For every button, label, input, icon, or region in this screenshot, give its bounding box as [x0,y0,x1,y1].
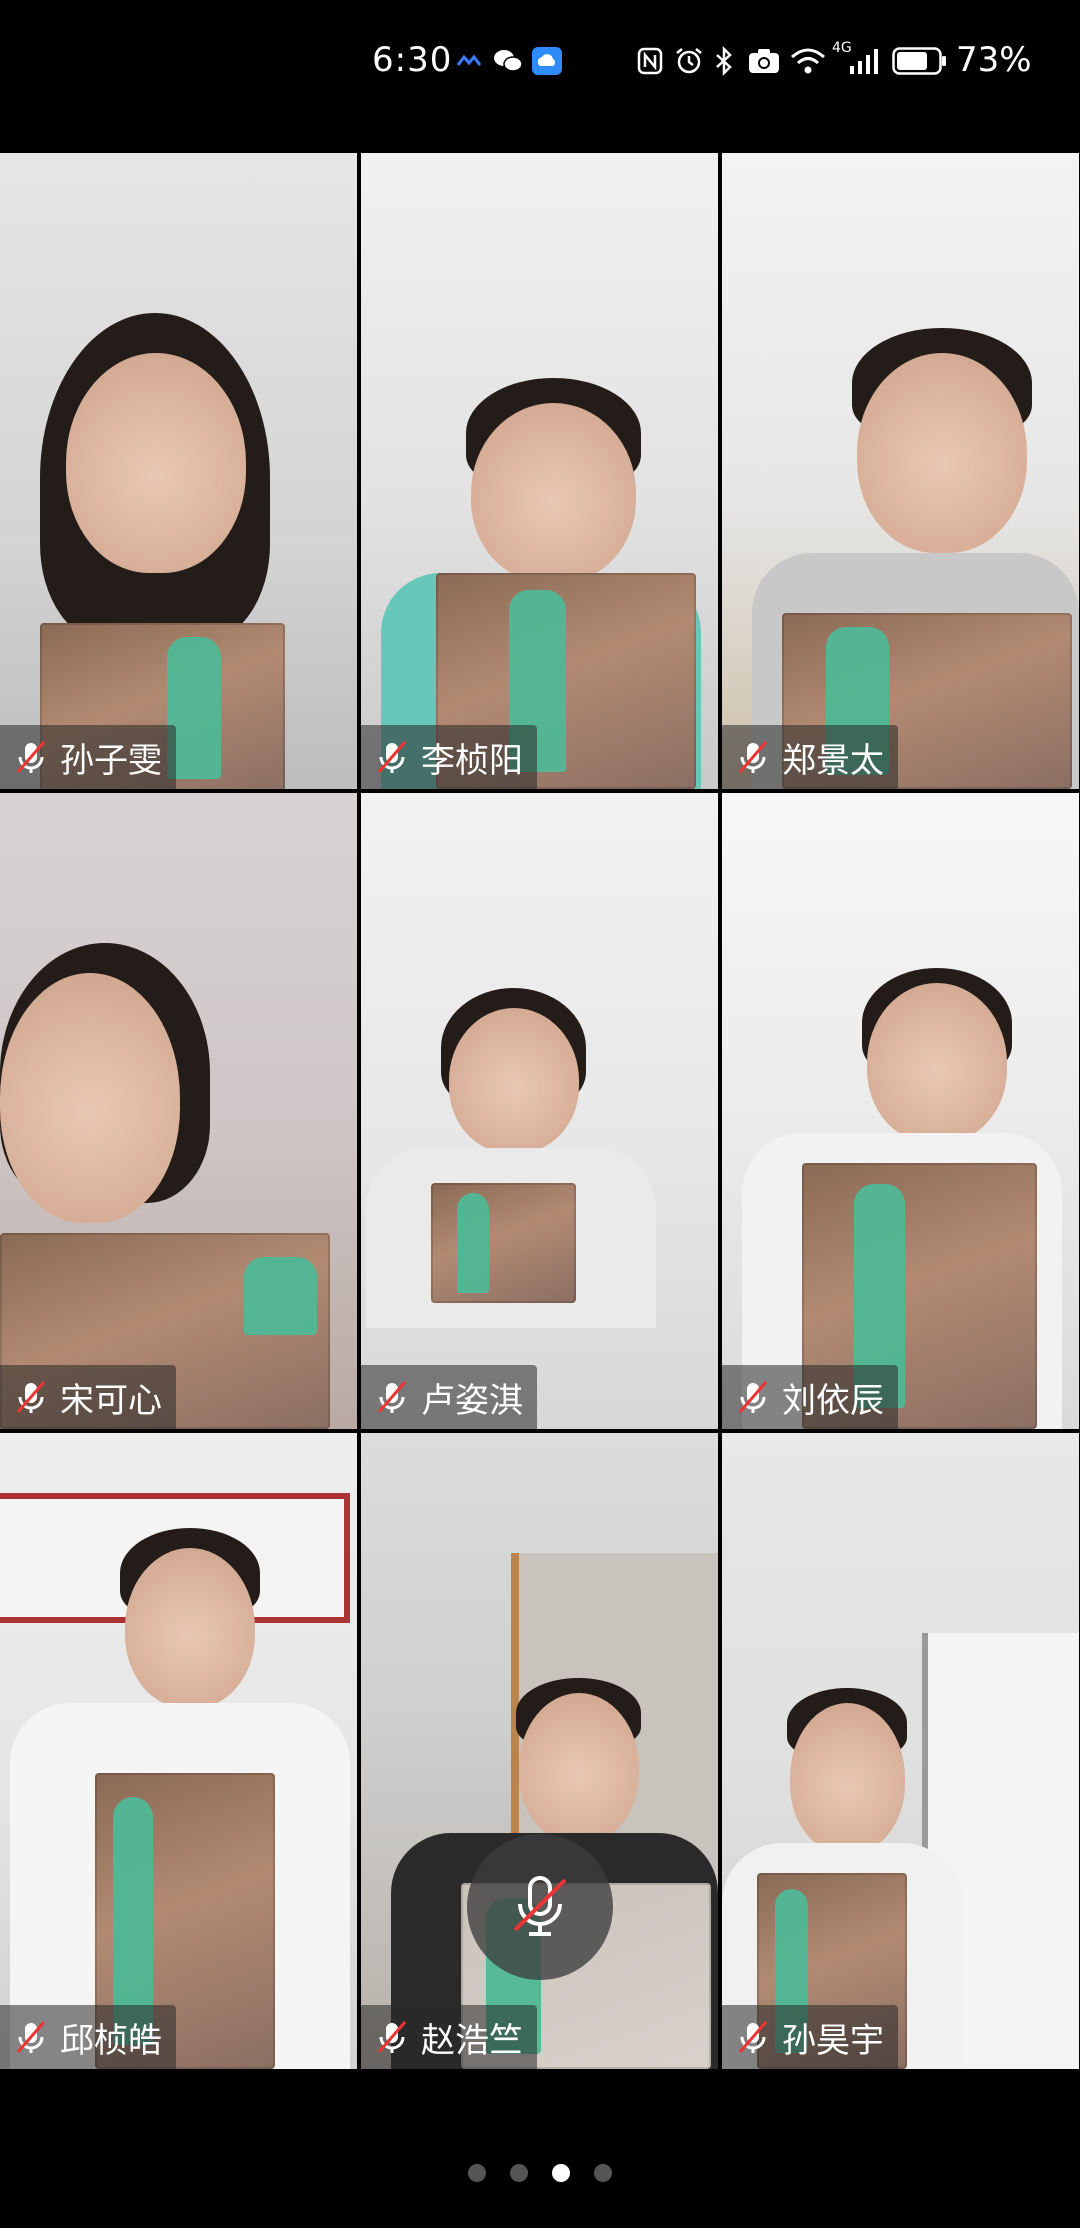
participant-name: 郑景太 [782,740,884,781]
participant-name: 卢姿淇 [421,1380,523,1421]
mic-off-icon [373,1378,411,1416]
video-tile[interactable]: 郑景太 [722,153,1079,789]
mic-off-icon [12,738,50,776]
participant-name-tag: 李桢阳 [361,725,537,789]
wifi-icon [790,46,826,76]
participant-name-tag: 赵浩竺 [361,2005,537,2069]
mic-off-icon [373,738,411,776]
participant-name: 赵浩竺 [421,2020,523,2061]
mic-off-icon [12,1378,50,1416]
participant-name-tag: 宋可心 [0,1365,176,1429]
battery-percent: 73% [956,40,1032,80]
participant-name-tag: 刘依辰 [722,1365,898,1429]
page-dot[interactable] [510,2164,528,2182]
mic-off-icon [734,1378,772,1416]
participant-name-tag: 卢姿淇 [361,1365,537,1429]
book [431,1183,576,1303]
video-subject [857,353,1027,553]
page-dot[interactable] [468,2164,486,2182]
video-grid: 孙子雯 李桢阳 郑景太 宋可心 卢姿淇 刘依辰 邱桢皓 赵浩竺 孙昊宇 [0,153,1080,2073]
participant-name: 李桢阳 [421,740,523,781]
mic-off-icon [12,2018,50,2056]
cloud-icon [532,46,562,76]
video-subject [0,973,180,1223]
participant-name: 孙昊宇 [782,2020,884,2061]
mic-off-icon [373,2018,411,2056]
status-time: 6:30 [372,40,453,80]
video-tile[interactable]: 刘依辰 [722,793,1079,1429]
participant-name-tag: 邱桢皓 [0,2005,176,2069]
video-tile[interactable]: 邱桢皓 [0,1433,357,2069]
nfc-icon [636,46,664,76]
video-subject [867,983,1007,1143]
page-dot-active[interactable] [552,2164,570,2182]
video-subject [519,1693,639,1843]
camera-icon [748,46,780,76]
participant-name-tag: 孙昊宇 [722,2005,898,2069]
video-subject [125,1548,255,1708]
participant-name: 宋可心 [60,1380,162,1421]
page-dot[interactable] [594,2164,612,2182]
participant-name: 刘依辰 [782,1380,884,1421]
page-indicator [0,2164,1080,2182]
video-tile[interactable]: 孙子雯 [0,153,357,789]
mic-toggle-button[interactable] [467,1834,613,1980]
video-tile[interactable]: 孙昊宇 [722,1433,1079,2069]
video-subject [449,1008,579,1153]
alarm-icon [674,46,704,76]
signal-icon: 4G [832,40,882,74]
participant-name-tag: 孙子雯 [0,725,176,789]
video-tile[interactable]: 卢姿淇 [361,793,718,1429]
video-tile[interactable]: 宋可心 [0,793,357,1429]
mic-off-icon [505,1870,575,1944]
bluetooth-icon [712,46,736,76]
status-bar: 6:30 4G 73% [0,0,1080,130]
mic-off-icon [734,2018,772,2056]
participant-name-tag: 郑景太 [722,725,898,789]
video-tile[interactable]: 李桢阳 [361,153,718,789]
baidu-netdisk-icon [456,46,482,76]
battery-icon [892,46,948,76]
video-subject [790,1703,905,1853]
wechat-icon [492,46,524,76]
video-subject [471,403,636,583]
mic-off-icon [734,738,772,776]
participant-name: 孙子雯 [60,740,162,781]
participant-name: 邱桢皓 [60,2020,162,2061]
video-subject [66,353,246,573]
